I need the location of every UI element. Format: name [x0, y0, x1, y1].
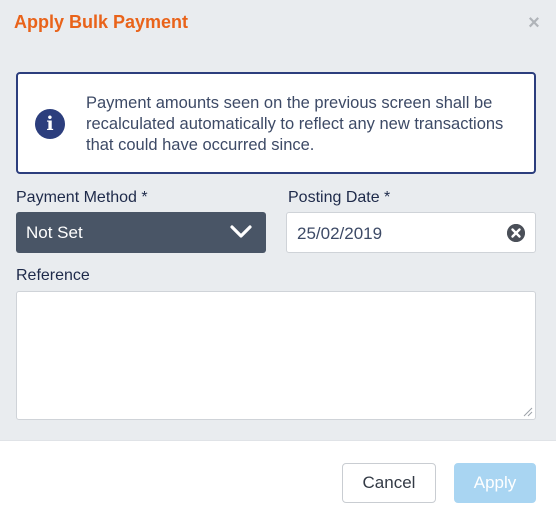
- close-icon[interactable]: ×: [524, 12, 544, 34]
- info-message: Payment amounts seen on the previous scr…: [86, 94, 504, 154]
- payment-method-value: Not Set: [26, 223, 83, 242]
- posting-date-value: 25/02/2019: [297, 224, 383, 243]
- posting-date-label: Posting Date *: [288, 189, 391, 206]
- info-alert: i Payment amounts seen on the previous s…: [16, 72, 536, 174]
- clear-date-icon[interactable]: [507, 224, 525, 242]
- dialog-header: Apply Bulk Payment ×: [0, 0, 556, 50]
- reference-label: Reference: [16, 267, 90, 284]
- apply-button[interactable]: Apply: [454, 463, 536, 503]
- chevron-down-icon: [230, 225, 252, 238]
- cancel-button[interactable]: Cancel: [342, 463, 436, 503]
- resize-handle-icon[interactable]: [523, 407, 533, 417]
- payment-method-label: Payment Method *: [16, 189, 148, 206]
- dialog-body: i Payment amounts seen on the previous s…: [0, 50, 556, 440]
- apply-bulk-payment-dialog: Apply Bulk Payment × i Payment amounts s…: [0, 0, 556, 522]
- dialog-footer: Cancel Apply: [0, 440, 556, 522]
- payment-method-select[interactable]: Not Set: [16, 212, 266, 253]
- posting-date-input[interactable]: 25/02/2019: [286, 212, 536, 253]
- reference-textarea[interactable]: [16, 291, 536, 420]
- dialog-title: Apply Bulk Payment: [14, 12, 189, 32]
- info-icon: i: [35, 109, 65, 139]
